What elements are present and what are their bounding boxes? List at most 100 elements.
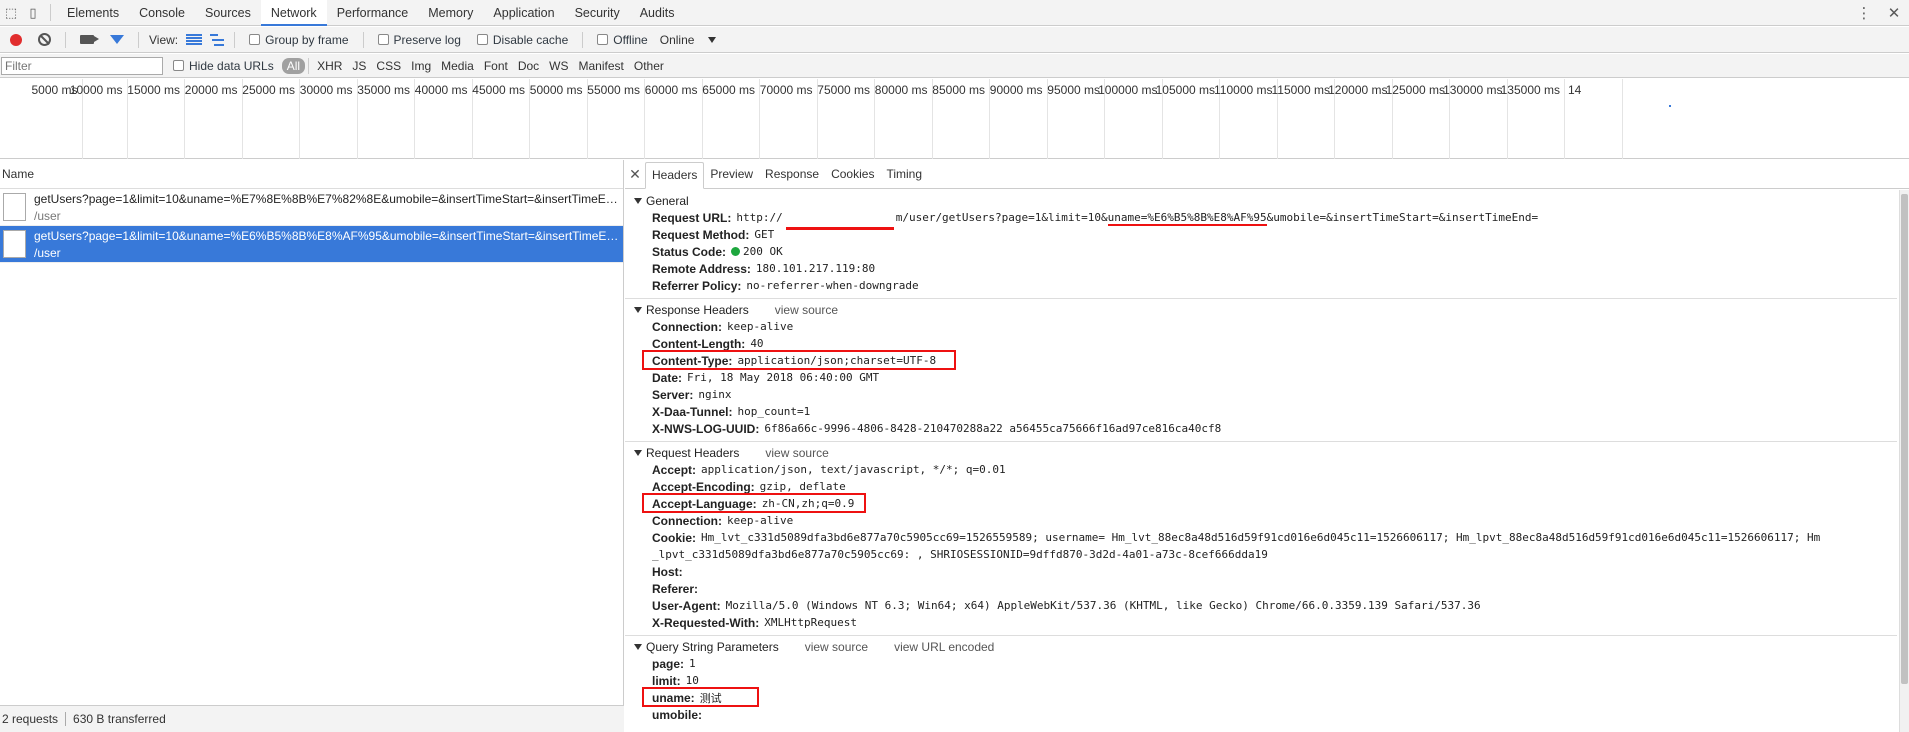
filter-type-other[interactable]: Other [629, 59, 669, 73]
timeline-tick-label: 75000 ms [817, 83, 870, 97]
header-value: 6f86a66c-9996-4806-8428-210470288a22 a56… [764, 422, 1222, 435]
close-icon[interactable]: ✕ [1879, 0, 1909, 25]
timeline-tick: 85000 ms [932, 79, 990, 159]
filter-type-ws[interactable]: WS [544, 59, 573, 73]
header-value: GET [754, 228, 775, 241]
inspect-element-icon[interactable]: ⬚ [0, 0, 22, 25]
section-query-params-header[interactable]: Query String Parameters view source view… [625, 638, 1897, 655]
request-row[interactable]: getUsers?page=1&limit=10&uname=%E7%8E%8B… [0, 189, 623, 226]
tab-cookies[interactable]: Cookies [825, 161, 880, 187]
filter-type-css[interactable]: CSS [371, 59, 406, 73]
preserve-log-checkbox[interactable]: Preserve log [377, 33, 461, 47]
header-row: limit: 10 [625, 672, 1897, 689]
filter-type-all[interactable]: All [281, 57, 306, 74]
view-url-encoded-link[interactable]: view URL encoded [894, 640, 994, 654]
tab-application[interactable]: Application [483, 0, 564, 25]
timeline-tick: 135000 ms [1501, 79, 1565, 159]
header-value: Mozilla/5.0 (Windows NT 6.3; Win64; x64)… [725, 599, 1481, 612]
tab-performance[interactable]: Performance [327, 0, 419, 25]
filter-type-js[interactable]: JS [347, 59, 371, 73]
hide-data-urls-checkbox[interactable]: Hide data URLs [173, 59, 274, 73]
divider [50, 4, 51, 21]
filter-type-img[interactable]: Img [406, 59, 436, 73]
timeline-tick-label: 50000 ms [529, 83, 583, 97]
view-source-link[interactable]: view source [805, 640, 868, 654]
header-row: User-Agent: Mozilla/5.0 (Windows NT 6.3; … [625, 597, 1897, 614]
view-source-link[interactable]: view source [775, 303, 838, 317]
tab-console[interactable]: Console [129, 0, 195, 25]
header-row: X-Daa-Tunnel: hop_count=1 [625, 403, 1897, 420]
timeline-tick-label: 55000 ms [587, 83, 640, 97]
request-list: Name getUsers?page=1&limit=10&uname=%E7%… [0, 160, 624, 732]
scrollbar-thumb[interactable] [1901, 194, 1908, 684]
referrer-policy-row: Referrer Policy: no-referrer-when-downgr… [625, 277, 1897, 294]
device-toolbar-icon[interactable]: ▯ [22, 0, 44, 25]
throttle-select[interactable]: Online [660, 33, 695, 47]
timeline-tick: 110000 ms [1214, 79, 1278, 159]
network-toolbar: View: Group by frame Preserve log Disabl… [0, 27, 1909, 53]
section-title: Query String Parameters [646, 639, 779, 654]
timeline-tick: 90000 ms [990, 79, 1048, 159]
header-row: Date: Fri, 18 May 2018 06:40:00 GMT [625, 369, 1897, 386]
tab-response[interactable]: Response [759, 161, 825, 187]
filter-type-doc[interactable]: Doc [513, 59, 544, 73]
timeline-tick-label: 45000 ms [472, 83, 525, 97]
timeline-tick: 70000 ms [760, 79, 818, 159]
divider [362, 31, 364, 48]
request-row-selected[interactable]: getUsers?page=1&limit=10&uname=%E6%B5%8B… [0, 226, 623, 263]
tab-elements[interactable]: Elements [57, 0, 129, 25]
more-options-icon[interactable]: ⋮ [1849, 0, 1879, 25]
tab-audits[interactable]: Audits [630, 0, 685, 25]
document-icon [3, 230, 26, 258]
large-rows-icon[interactable] [186, 33, 203, 46]
timeline-tick-label: 15000 ms [127, 83, 180, 97]
section-response-headers-header[interactable]: Response Headers view source [625, 301, 1897, 318]
capture-screenshots-icon[interactable] [80, 35, 99, 44]
header-value: keep-alive [727, 320, 794, 333]
header-value: 180.101.217.119:80 [755, 262, 876, 275]
chevron-down-icon[interactable] [708, 36, 717, 43]
remote-address-row: Remote Address: 180.101.217.119:80 [625, 260, 1897, 277]
filter-input[interactable] [1, 56, 163, 75]
tab-sources[interactable]: Sources [195, 0, 261, 25]
tab-headers[interactable]: Headers [645, 161, 705, 189]
header-key: X-Requested-With: [652, 615, 760, 630]
timeline-tick: 130000 ms [1443, 79, 1508, 159]
column-header-name[interactable]: Name [0, 160, 623, 189]
section-request-headers-header[interactable]: Request Headers view source [625, 444, 1897, 461]
tab-preview[interactable]: Preview [704, 161, 759, 187]
timeline-tick-label: 125000 ms [1385, 83, 1445, 97]
tab-security[interactable]: Security [565, 0, 630, 25]
header-value: _lpvt_c331d5089dfa3bd6e877a70c5905cc69: … [652, 548, 1268, 561]
header-row: umobile: [625, 706, 1897, 723]
offline-checkbox[interactable]: Offline [597, 33, 648, 47]
tab-timing[interactable]: Timing [880, 161, 928, 187]
filter-type-xhr[interactable]: XHR [312, 59, 347, 73]
header-row: Connection: keep-alive [625, 512, 1897, 529]
group-by-frame-checkbox[interactable]: Group by frame [249, 33, 349, 47]
header-row: X-NWS-LOG-UUID: 6f86a66c-9996-4806-8428-2… [625, 420, 1897, 437]
section-general-header[interactable]: General [625, 192, 1897, 209]
tab-memory[interactable]: Memory [418, 0, 483, 25]
clear-icon[interactable] [38, 33, 51, 46]
section-response-headers: Response Headers view source Connection:… [625, 299, 1897, 442]
disable-cache-checkbox[interactable]: Disable cache [476, 33, 568, 47]
filter-type-font[interactable]: Font [479, 59, 513, 73]
timeline-tick: 55000 ms [587, 79, 645, 159]
filter-icon[interactable] [110, 35, 124, 44]
timeline-tick: 100000 ms [1098, 79, 1163, 159]
filter-type-manifest[interactable]: Manifest [574, 59, 629, 73]
record-icon[interactable] [10, 33, 22, 46]
timeline-tick: 125000 ms [1386, 79, 1450, 159]
header-row: _lpvt_c331d5089dfa3bd6e877a70c5905cc69: … [625, 546, 1897, 563]
triangle-down-icon [634, 449, 642, 456]
filter-type-media[interactable]: Media [436, 59, 479, 73]
header-key: Status Code: [652, 244, 727, 259]
close-details-icon[interactable]: ✕ [625, 166, 645, 183]
view-source-link[interactable]: view source [765, 446, 828, 460]
overview-icon[interactable] [210, 33, 225, 46]
scrollbar[interactable] [1899, 190, 1909, 732]
timeline-overview[interactable]: 5000 ms 10000 ms 15000 ms 20000 ms 25000 ms 3… [0, 79, 1909, 159]
tab-network[interactable]: Network [260, 0, 327, 26]
timeline-tick-label: 35000 ms [357, 83, 410, 97]
